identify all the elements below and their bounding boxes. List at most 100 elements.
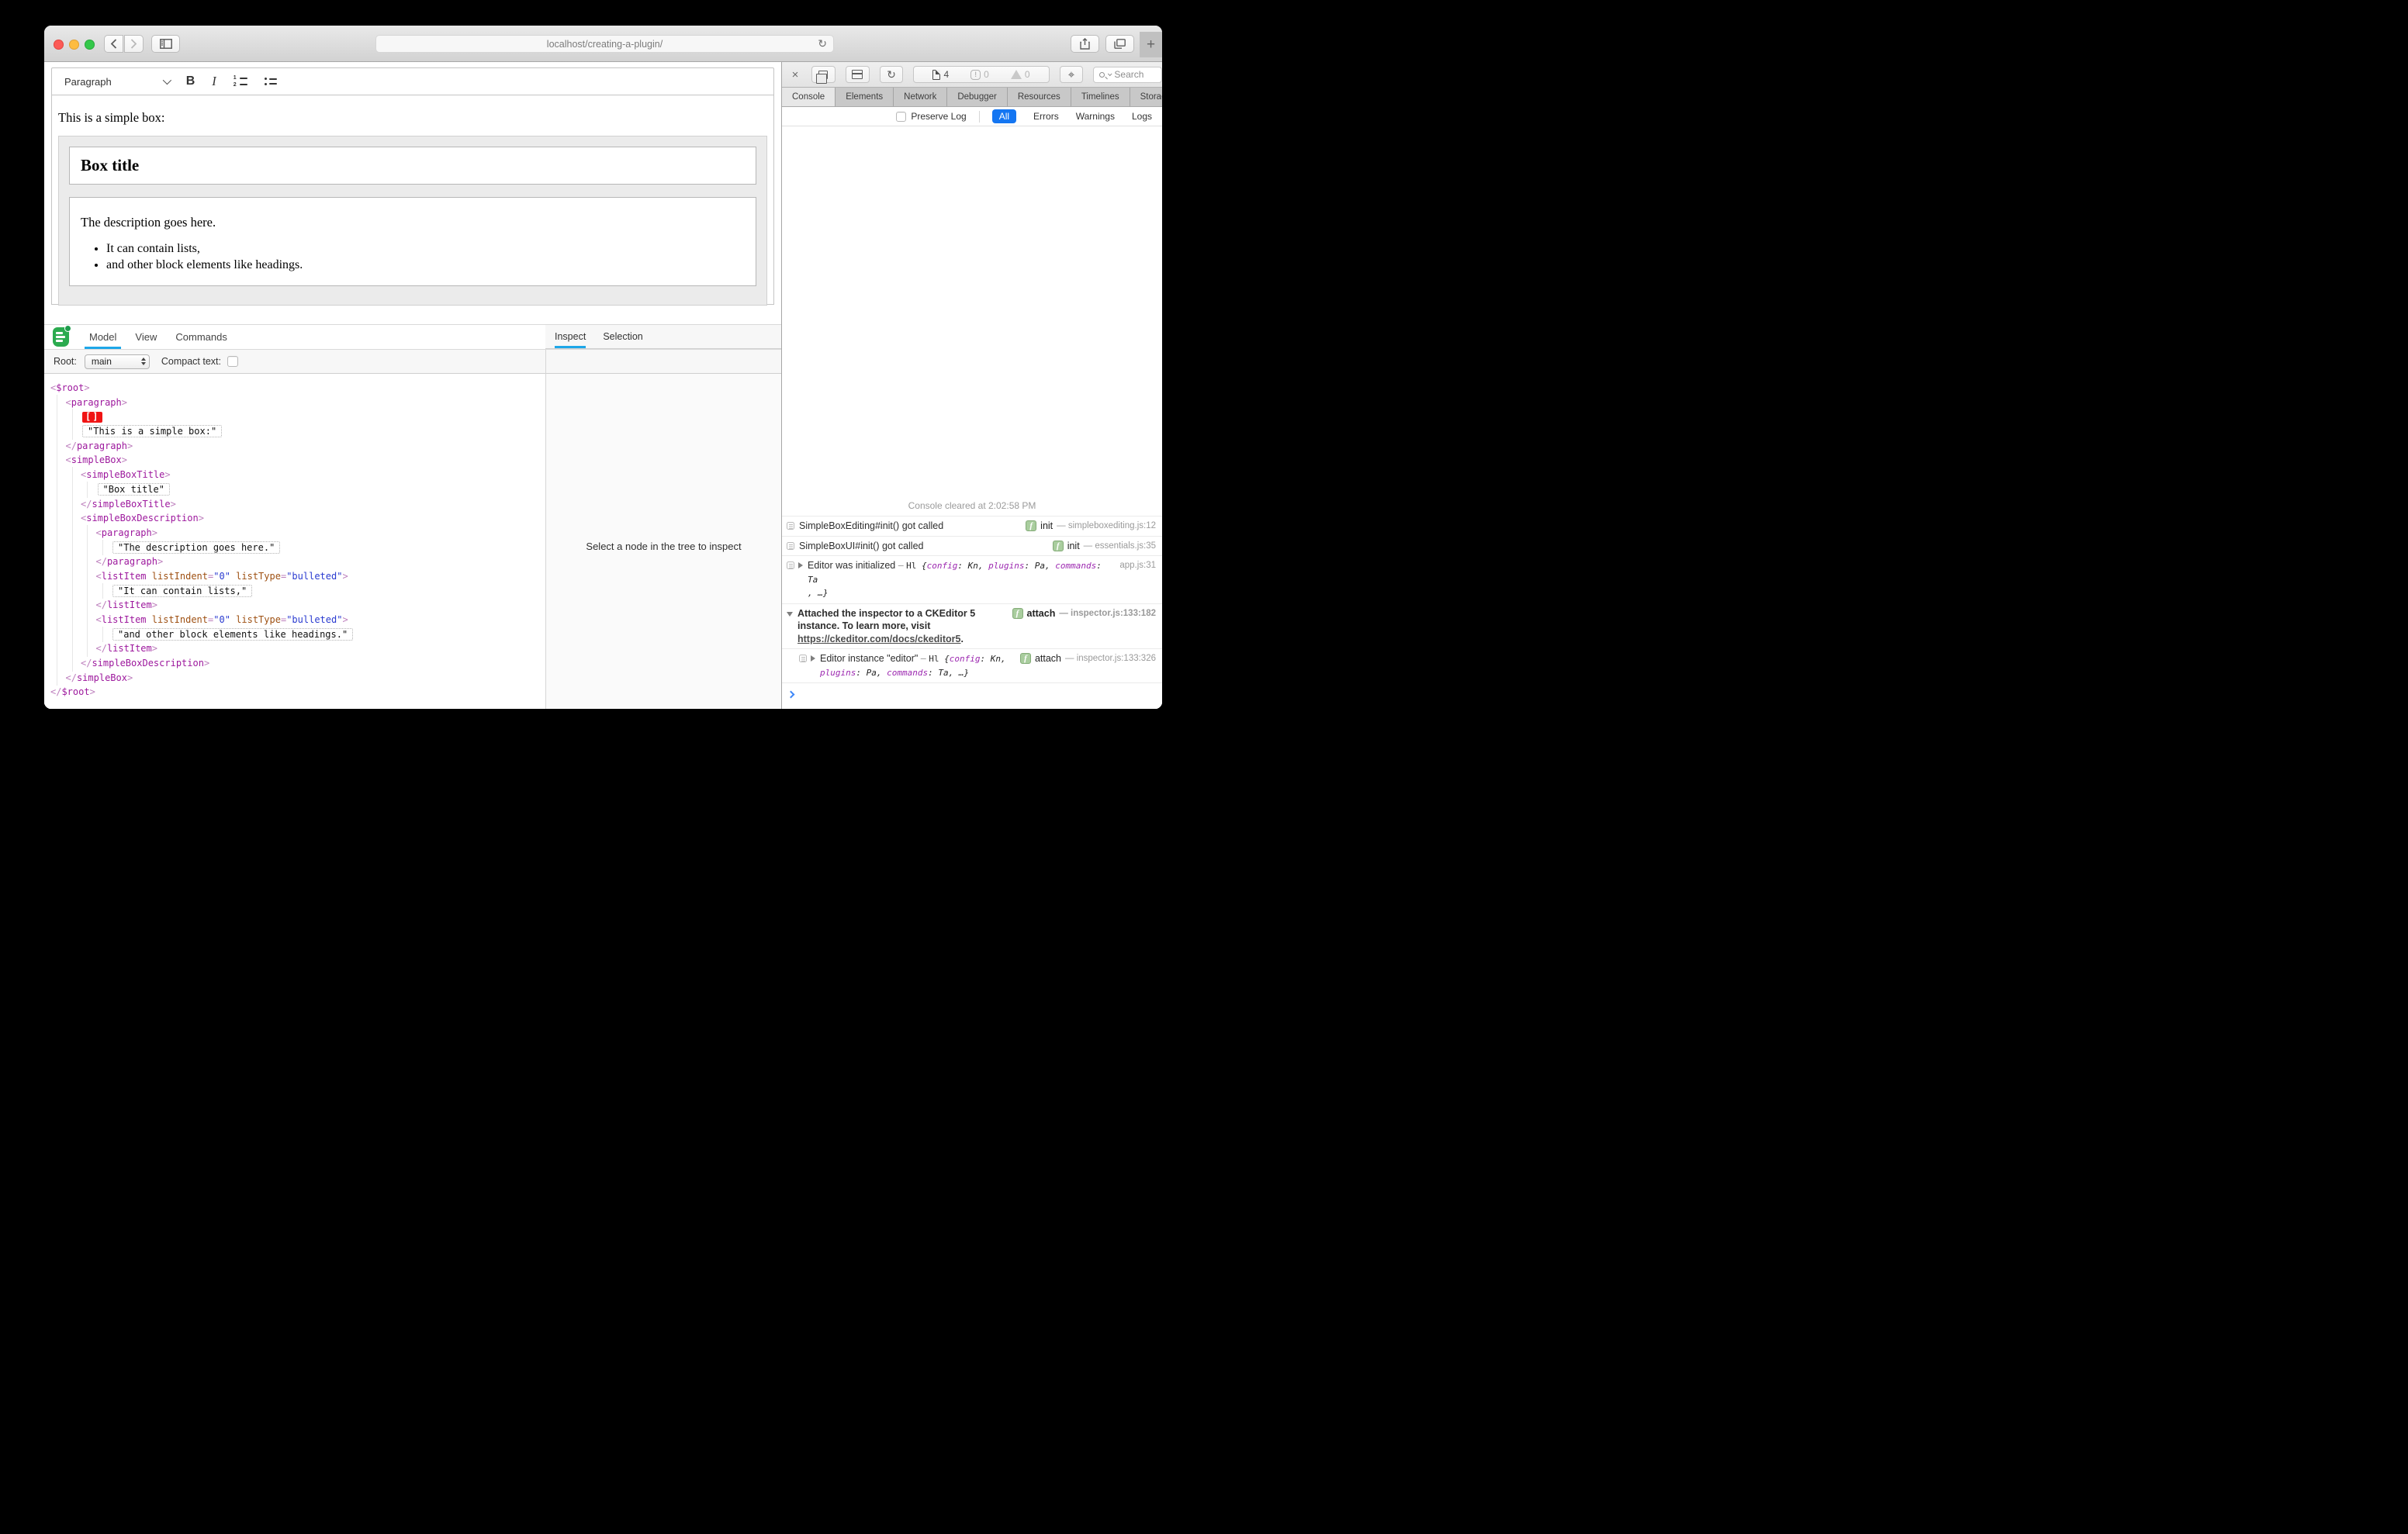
source-location-link[interactable]: — simpleboxediting.js:12 — [1057, 520, 1156, 533]
share-button[interactable] — [1071, 35, 1099, 53]
forward-button[interactable] — [124, 35, 144, 53]
tree-line[interactable]: "The description goes here." — [50, 539, 545, 555]
tree-line[interactable]: < listItem listIndent = "0" listType = "bulle… — [50, 612, 545, 628]
model-tree[interactable]: < $root > < paragraph >[] "This is a simple bo… — [44, 374, 545, 709]
compact-text-checkbox[interactable] — [227, 356, 239, 367]
tree-line[interactable]: < $root > — [50, 381, 545, 396]
list-item[interactable]: It can contain lists, — [106, 242, 756, 256]
console-row[interactable]: f attach — inspector.js:133:182 Attached th… — [782, 603, 1162, 649]
tab-view[interactable]: View — [135, 325, 157, 349]
tree-line[interactable]: "and other block elements like headings.… — [50, 626, 545, 643]
tree-line[interactable]: < paragraph > — [50, 394, 545, 411]
search-input[interactable]: Search — [1093, 66, 1162, 83]
simple-box-widget[interactable]: Box title The description goes here. It … — [58, 136, 767, 306]
disclosure-expanded-icon[interactable] — [787, 611, 793, 617]
heading-dropdown[interactable]: Paragraph — [64, 76, 171, 88]
dock-bottom-button[interactable] — [845, 66, 870, 83]
tab-model[interactable]: Model — [84, 325, 122, 349]
resource-summary-button[interactable]: 4 ! 0 0 — [913, 66, 1050, 83]
tab-overview-button[interactable] — [1105, 35, 1134, 53]
tree-text-node[interactable]: "It can contain lists," — [112, 584, 253, 597]
devtools-tab-debugger[interactable]: Debugger — [947, 88, 1008, 106]
tree-line[interactable]: < listItem listIndent = "0" listType = "bulle… — [50, 568, 545, 585]
box-title[interactable]: Box title — [69, 147, 756, 185]
minimize-window-button[interactable] — [69, 40, 79, 50]
tab-commands[interactable]: Commands — [175, 325, 227, 349]
tree-line[interactable]: </simpleBox > — [50, 669, 545, 686]
tree-line[interactable]: </paragraph > — [50, 437, 545, 454]
reload-icon[interactable]: ↻ — [818, 37, 827, 50]
disclosure-collapsed-icon[interactable] — [811, 655, 815, 662]
function-name[interactable]: init — [1040, 520, 1053, 533]
tree-line[interactable]: "This is a simple box:" — [50, 423, 545, 440]
tree-line[interactable]: < simpleBox > — [50, 452, 545, 468]
reload-page-button[interactable]: ↻ — [879, 66, 904, 83]
root-select[interactable]: main — [84, 354, 150, 369]
devtools-tab-resources[interactable]: Resources — [1008, 88, 1071, 106]
url-field[interactable]: localhost/creating-a-plugin/ ↻ — [375, 35, 834, 53]
console-row[interactable]: app.js:31 Editor was initialized – Hl {co… — [782, 555, 1162, 603]
tree-text-node[interactable]: "Box title" — [97, 483, 170, 496]
function-name[interactable]: attach — [1027, 607, 1056, 620]
editor-content[interactable]: This is a simple box: Box title The desc… — [51, 95, 774, 306]
source-location-link[interactable]: — essentials.js:35 — [1084, 540, 1156, 553]
console-row[interactable]: f attach — inspector.js:133:326 Editor inst… — [782, 648, 1162, 682]
console-row[interactable]: f init — simpleboxediting.js:12 SimpleBoxEd… — [782, 516, 1162, 536]
function-name[interactable]: attach — [1035, 652, 1061, 665]
bulleted-list-button[interactable] — [264, 78, 277, 85]
tree-line[interactable]: </paragraph > — [50, 554, 545, 570]
console-row[interactable]: f init — essentials.js:35 SimpleBoxUI#init(… — [782, 535, 1162, 556]
tree-line[interactable]: </$root > — [50, 685, 545, 700]
tree-text-node[interactable]: "and other block elements like headings.… — [112, 628, 354, 641]
back-button[interactable] — [104, 35, 123, 53]
source-location-link[interactable]: — inspector.js:133:182 — [1059, 607, 1156, 620]
zoom-window-button[interactable] — [85, 40, 95, 50]
source-location-link[interactable]: app.js:31 — [1119, 559, 1156, 572]
tree-line[interactable]: </listItem > — [50, 641, 545, 657]
close-window-button[interactable] — [54, 40, 64, 50]
intro-paragraph[interactable]: This is a simple box: — [58, 110, 767, 126]
tree-line[interactable]: </simpleBoxTitle > — [50, 496, 545, 512]
sidebar-toggle-button[interactable] — [151, 35, 180, 53]
close-inspector-icon[interactable]: × — [789, 68, 801, 81]
description-list[interactable]: It can contain lists, and other block ele… — [81, 242, 756, 272]
tree-line[interactable]: < simpleBoxDescription > — [50, 510, 545, 527]
scope-logs[interactable]: Logs — [1132, 111, 1152, 122]
list-item[interactable]: and other block elements like headings. — [106, 258, 756, 272]
numbered-list-button[interactable]: 1 2 — [234, 75, 247, 88]
element-picker-button[interactable]: ⌖ — [1059, 66, 1084, 83]
tree-line[interactable]: < paragraph > — [50, 524, 545, 541]
devtools-tab-elements[interactable]: Elements — [836, 88, 894, 106]
tree-line[interactable]: </listItem > — [50, 597, 545, 613]
scope-errors[interactable]: Errors — [1033, 111, 1059, 122]
tree-line[interactable]: "It can contain lists," — [50, 582, 545, 599]
italic-button[interactable]: I — [212, 74, 216, 89]
preserve-log-toggle[interactable]: Preserve Log — [896, 111, 967, 122]
console-link[interactable]: https://ckeditor.com/docs/ckeditor5 — [797, 634, 960, 644]
devtools-tab-network[interactable]: Network — [894, 88, 948, 106]
disclosure-collapsed-icon[interactable] — [798, 562, 803, 568]
dock-side-button[interactable] — [811, 66, 836, 84]
tree-line[interactable]: "Box title" — [50, 481, 545, 498]
scope-all[interactable]: All — [991, 109, 1017, 123]
tree-line[interactable]: </simpleBoxDescription > — [50, 655, 545, 672]
scope-warnings[interactable]: Warnings — [1076, 111, 1115, 122]
bold-button[interactable]: B — [186, 74, 195, 88]
tab-selection[interactable]: Selection — [603, 325, 642, 348]
tree-line[interactable]: < simpleBoxTitle > — [50, 467, 545, 483]
new-tab-button[interactable]: + — [1140, 32, 1162, 57]
devtools-tab-timelines[interactable]: Timelines — [1071, 88, 1130, 106]
devtools-tab-console[interactable]: Console — [782, 88, 836, 106]
function-name[interactable]: init — [1067, 540, 1080, 553]
tab-inspect[interactable]: Inspect — [555, 325, 586, 348]
tree-text-node[interactable]: "The description goes here." — [112, 541, 281, 554]
preserve-log-checkbox[interactable] — [896, 111, 907, 122]
box-description[interactable]: The description goes here. It can contai… — [69, 197, 756, 286]
source-location-link[interactable]: — inspector.js:133:326 — [1065, 652, 1156, 665]
description-paragraph[interactable]: The description goes here. — [81, 215, 756, 230]
console-output-area[interactable]: Console cleared at 2:02:58 PM f init — sim… — [782, 126, 1162, 709]
devtools-tab-storage[interactable]: Storage — [1130, 88, 1162, 106]
console-prompt[interactable] — [782, 682, 1162, 705]
tree-text-node[interactable]: "This is a simple box:" — [82, 425, 223, 438]
tree-line[interactable]: [] — [50, 409, 545, 425]
